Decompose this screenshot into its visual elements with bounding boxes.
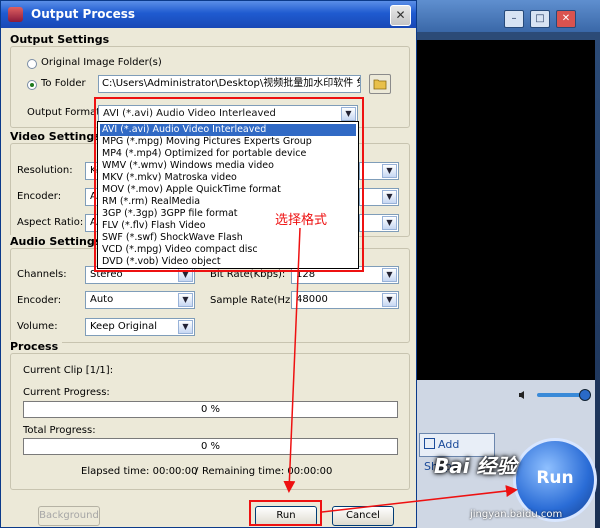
current-progress-text: 0 % [200, 404, 221, 415]
chevron-down-icon[interactable]: ▼ [382, 268, 397, 282]
total-progress-bar: 0 % [23, 438, 398, 455]
current-clip-label: Current Clip [1/1]: [23, 365, 114, 376]
audio-encoder-select[interactable]: Auto ▼ [85, 291, 195, 309]
volume-slider-handle[interactable] [579, 389, 591, 401]
chevron-down-icon[interactable]: ▼ [382, 293, 397, 307]
watermark-url: jingyan.baidu.com [470, 509, 563, 520]
folder-icon [373, 79, 387, 90]
sample-rate-label: Sample Rate(Hz): [210, 295, 298, 306]
chevron-down-icon[interactable]: ▼ [178, 293, 193, 307]
chevron-down-icon[interactable]: ▼ [382, 164, 397, 178]
folder-browse-button[interactable] [369, 74, 391, 94]
dialog-titlebar: Output Process ✕ [1, 1, 416, 28]
audio-encoder-label: Encoder: [17, 295, 62, 306]
output-settings-heading: Output Settings [10, 33, 114, 46]
sample-rate-select[interactable]: 48000 ▼ [291, 291, 399, 309]
chevron-down-icon[interactable]: ▼ [382, 216, 397, 230]
folder-path-input[interactable]: C:\Users\Administrator\Desktop\视频批量加水印软件… [98, 75, 361, 93]
app-icon [8, 7, 23, 22]
remaining-time: Remaining time: 00:00:00 [202, 466, 333, 477]
volume-value: Keep Original [90, 321, 158, 332]
dialog-title: Output Process [31, 7, 136, 21]
annotation-select-format-text: 选择格式 [275, 213, 328, 228]
speaker-icon[interactable] [518, 390, 528, 400]
cancel-button[interactable]: Cancel [332, 506, 394, 526]
channels-label: Channels: [17, 269, 67, 280]
aspect-ratio-label: Aspect Ratio: [17, 217, 84, 228]
maximize-icon[interactable]: □ [530, 10, 550, 28]
to-folder-radio[interactable] [27, 80, 37, 90]
frame-rate-select[interactable]: ▼ [359, 214, 399, 232]
chevron-down-icon[interactable]: ▼ [178, 320, 193, 334]
annotation-format-highlight [94, 97, 364, 272]
to-folder-label: To Folder [41, 78, 86, 89]
total-progress-label: Total Progress: [23, 425, 96, 436]
background-app-window: – □ ✕ Add Shape Run [405, 0, 600, 528]
sample-rate-value: 48000 [296, 294, 328, 305]
video-preview [415, 40, 595, 380]
original-folder-radio[interactable] [27, 59, 37, 69]
shape-icon [424, 438, 435, 449]
background-button[interactable]: Background [38, 506, 100, 526]
resolution-label: Resolution: [17, 165, 73, 176]
time-separator: / [195, 466, 199, 477]
audio-settings-heading: Audio Settings [10, 235, 106, 248]
close-icon[interactable]: ✕ [556, 10, 576, 28]
volume-label: Volume: [17, 321, 58, 332]
video-settings-heading: Video Settings [10, 130, 105, 143]
dialog-close-button[interactable]: ✕ [390, 5, 411, 26]
elapsed-time: Elapsed time: 00:00:00 [81, 466, 198, 477]
volume-select[interactable]: Keep Original ▼ [85, 318, 195, 336]
resolution-select-right[interactable]: ▼ [359, 162, 399, 180]
minimize-icon[interactable]: – [504, 10, 524, 28]
current-progress-label: Current Progress: [23, 387, 110, 398]
watermark-logo: Bai 经验 [434, 454, 517, 478]
original-folder-label: Original Image Folder(s) [41, 57, 162, 68]
video-encoder-label: Encoder: [17, 191, 62, 202]
chevron-down-icon[interactable]: ▼ [382, 190, 397, 204]
total-progress-text: 0 % [200, 441, 221, 452]
annotation-run-highlight [249, 500, 322, 526]
process-heading: Process [10, 340, 63, 353]
audio-encoder-value: Auto [90, 294, 114, 305]
video-bitrate-select[interactable]: ▼ [359, 188, 399, 206]
current-progress-bar: 0 % [23, 401, 398, 418]
